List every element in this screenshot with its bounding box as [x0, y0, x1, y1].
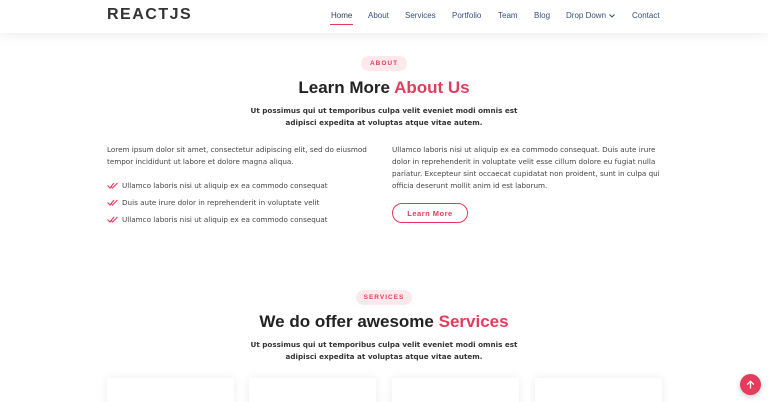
nav-item-team[interactable]: Team: [498, 11, 518, 20]
nav-item-services[interactable]: Services: [405, 11, 436, 20]
service-card[interactable]: [392, 378, 519, 402]
services-title-accent: Services: [438, 312, 509, 331]
services-title: We do offer awesome Services: [0, 312, 768, 332]
services-badge: SERVICES: [356, 290, 412, 305]
double-check-icon: [107, 199, 118, 206]
services-subtitle: Ut possimus qui ut temporibus culpa veli…: [250, 340, 518, 361]
list-item-label: Duis aute irure dolor in reprehenderit i…: [122, 198, 320, 207]
double-check-icon: [107, 216, 118, 223]
back-to-top-button[interactable]: [740, 374, 761, 395]
learn-more-button[interactable]: Learn More: [392, 203, 468, 223]
service-card[interactable]: [249, 378, 376, 402]
services-title-plain: We do offer awesome: [259, 312, 439, 331]
site-logo[interactable]: REACTJS: [107, 6, 192, 24]
nav-item-contact[interactable]: Contact: [632, 11, 660, 20]
list-item-label: Ullamco laboris nisi ut aliquip ex ea co…: [122, 181, 328, 190]
service-card[interactable]: [535, 378, 662, 402]
about-badge: ABOUT: [361, 56, 407, 71]
about-title-accent: About Us: [394, 78, 470, 97]
service-card[interactable]: [107, 378, 234, 402]
about-right-paragraph: Ullamco laboris nisi ut aliquip ex ea co…: [392, 145, 660, 190]
list-item: Ullamco laboris nisi ut aliquip ex ea co…: [107, 211, 328, 228]
nav-item-dropdown[interactable]: Drop Down: [566, 11, 615, 20]
site-header: REACTJS Home About Services Portfolio Te…: [0, 0, 768, 33]
about-title-plain: Learn More: [298, 78, 395, 97]
about-subtitle: Ut possimus qui ut temporibus culpa veli…: [250, 106, 518, 127]
list-item: Ullamco laboris nisi ut aliquip ex ea co…: [107, 177, 328, 194]
nav-item-portfolio[interactable]: Portfolio: [452, 11, 481, 20]
nav-item-dropdown-label: Drop Down: [566, 11, 607, 20]
nav-item-about[interactable]: About: [368, 11, 389, 20]
list-item-label: Ullamco laboris nisi ut aliquip ex ea co…: [122, 215, 328, 224]
nav-item-blog[interactable]: Blog: [534, 11, 550, 20]
about-title: Learn More About Us: [0, 78, 768, 98]
about-left-paragraph: Lorem ipsum dolor sit amet, consectetur …: [107, 145, 367, 166]
double-check-icon: [107, 182, 118, 189]
arrow-up-icon: [746, 380, 755, 389]
nav-item-home[interactable]: Home: [329, 11, 354, 25]
list-item: Duis aute irure dolor in reprehenderit i…: [107, 194, 328, 211]
chevron-down-icon: [609, 13, 615, 20]
about-checklist: Ullamco laboris nisi ut aliquip ex ea co…: [107, 177, 328, 228]
